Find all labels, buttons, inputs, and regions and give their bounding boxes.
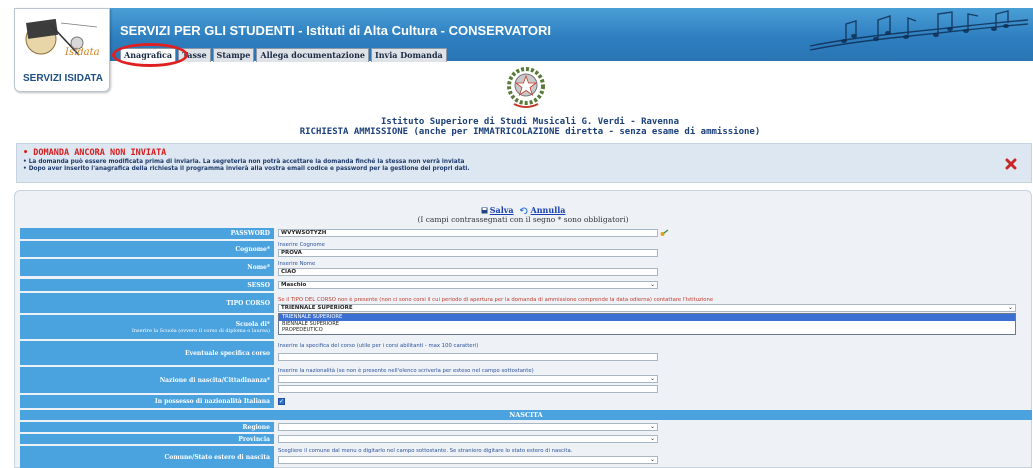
nazione-field[interactable]	[278, 385, 658, 393]
app-title: SERVIZI PER GLI STUDENTI - Istituti di A…	[120, 23, 551, 38]
cognome-hint: Inserire Cognome	[278, 242, 325, 248]
specifica-label: Eventuale specifica corso	[20, 341, 274, 365]
nome-hint: Inserire Nome	[278, 261, 316, 267]
specifica-label-text: Eventuale specifica corso	[185, 349, 270, 357]
form-actions: Salva Annulla	[14, 205, 1032, 215]
tipo-corso-select[interactable]: TRIENNALE SUPERIORE	[278, 304, 1016, 312]
nazione-select[interactable]	[278, 375, 658, 383]
regione-label-text: Regione	[242, 423, 270, 431]
provincia-select[interactable]	[278, 435, 658, 443]
notice-box: • DOMANDA ANCORA NON INVIATA • La domand…	[16, 143, 1032, 183]
logo-wordmark: Isidata	[64, 47, 100, 58]
nazionalita-label: In possesso di nazionalità Italiana	[20, 395, 274, 408]
password-label-text: PASSWORD	[230, 230, 270, 237]
red-circle-annotation	[112, 43, 188, 67]
notice-line-text: La domanda può essere modificata prima d…	[28, 159, 465, 165]
notice-line: • Dopo aver inserito l'anagrafica della …	[23, 166, 470, 172]
cognome-field[interactable]: PROVA	[278, 249, 658, 257]
scuola-label-sub: Inserire la Scuola (ovvero il corso di d…	[131, 327, 270, 334]
nazionalita-label-text: In possesso di nazionalità Italiana	[154, 398, 270, 405]
chevron-down-icon: ⌄	[650, 435, 656, 442]
notice-line-text: Dopo aver inserito l'anagrafica della ri…	[28, 166, 470, 172]
tab-invia-domanda[interactable]: Invia Domanda	[371, 48, 447, 62]
scuola-label: Scuola di* Inserire la Scuola (ovvero il…	[20, 315, 274, 339]
notice-line: • La domanda può essere modificata prima…	[23, 159, 465, 165]
save-button[interactable]: Salva	[490, 205, 514, 215]
nome-label: Nome*	[20, 259, 274, 276]
dropdown-option[interactable]: PROPEDEUTICO	[279, 327, 1015, 334]
key-icon[interactable]	[660, 229, 669, 237]
nazione-label-text: Nazione di nascita/Cittadinanza*	[159, 376, 270, 384]
cognome-label: Cognome*	[20, 241, 274, 257]
save-icon	[481, 207, 488, 214]
isidata-logo-art: Isidata	[25, 18, 100, 58]
password-label: PASSWORD	[20, 228, 274, 239]
comune-hint: Scegliere il comune dal menu o digitarlo…	[278, 448, 573, 454]
specifica-field[interactable]	[278, 353, 658, 361]
scuola-label-text: Scuola di*	[235, 320, 270, 328]
nome-field[interactable]: CIAO	[278, 268, 658, 276]
password-field[interactable]: WVYWSOTYZH	[278, 229, 658, 237]
required-fields-note: (I campi contrassegnati con il segno * s…	[417, 215, 629, 224]
cancel-button[interactable]: Annulla	[531, 205, 566, 215]
tipo-corso-dropdown: TRIENNALE SUPERIORE BIENNALE SUPERIORE P…	[278, 313, 1016, 335]
specifica-hint: Inserire la specifica del corso (utile p…	[278, 343, 479, 349]
sesso-label: SESSO	[20, 279, 274, 291]
logo-caption: SERVIZI ISIDATA	[22, 73, 103, 84]
sesso-label-text: SESSO	[247, 281, 270, 289]
cognome-label-text: Cognome*	[235, 245, 270, 253]
regione-label: Regione	[20, 422, 274, 432]
comune-label: Comune/Stato estero di nascita	[20, 446, 274, 468]
chevron-down-icon: ⌄	[650, 375, 656, 382]
nascita-section-header: NASCITA	[20, 410, 1032, 420]
tipo-corso-label: TIPO CORSO	[20, 293, 274, 313]
nazionalita-checkbox[interactable]: ✓	[278, 398, 285, 405]
chevron-down-icon: ⌄	[1008, 304, 1014, 311]
close-icon[interactable]	[1005, 158, 1017, 170]
tipo-corso-hint: Se il TIPO DEL CORSO non è presente (non…	[278, 297, 714, 303]
status-text: DOMANDA ANCORA NON INVIATA	[33, 148, 167, 158]
chevron-down-icon: ⌄	[650, 423, 656, 430]
chevron-down-icon: ⌄	[650, 456, 656, 463]
comune-select[interactable]	[278, 456, 658, 464]
comune-label-text: Comune/Stato estero di nascita	[164, 453, 270, 461]
status-message: • DOMANDA ANCORA NON INVIATA	[23, 148, 167, 158]
nazione-hint: Inserire la nazionalità (se non è presen…	[278, 368, 534, 374]
isidata-logo[interactable]: Isidata SERVIZI ISIDATA	[14, 8, 110, 92]
sesso-select[interactable]: Maschio	[278, 281, 658, 289]
institution-name: Istituto Superiore di Studi Musicali G. …	[380, 117, 679, 127]
provincia-label-text: Provincia	[238, 435, 270, 443]
nome-label-text: Nome*	[247, 264, 270, 271]
regione-select[interactable]	[278, 423, 658, 431]
tab-allega-documentazione[interactable]: Allega documentazione	[256, 48, 369, 62]
tipo-corso-label-text: TIPO CORSO	[226, 299, 270, 307]
tab-stampe[interactable]: Stampe	[212, 48, 255, 62]
request-title: RICHIESTA AMMISSIONE (anche per IMMATRIC…	[299, 127, 761, 137]
provincia-label: Provincia	[20, 434, 274, 444]
chevron-down-icon: ⌄	[650, 281, 656, 288]
cancel-icon	[519, 207, 528, 215]
music-notes-decoration	[809, 10, 1029, 51]
nazione-label: Nazione di nascita/Cittadinanza*	[20, 367, 274, 393]
italian-emblem-icon	[507, 67, 545, 108]
